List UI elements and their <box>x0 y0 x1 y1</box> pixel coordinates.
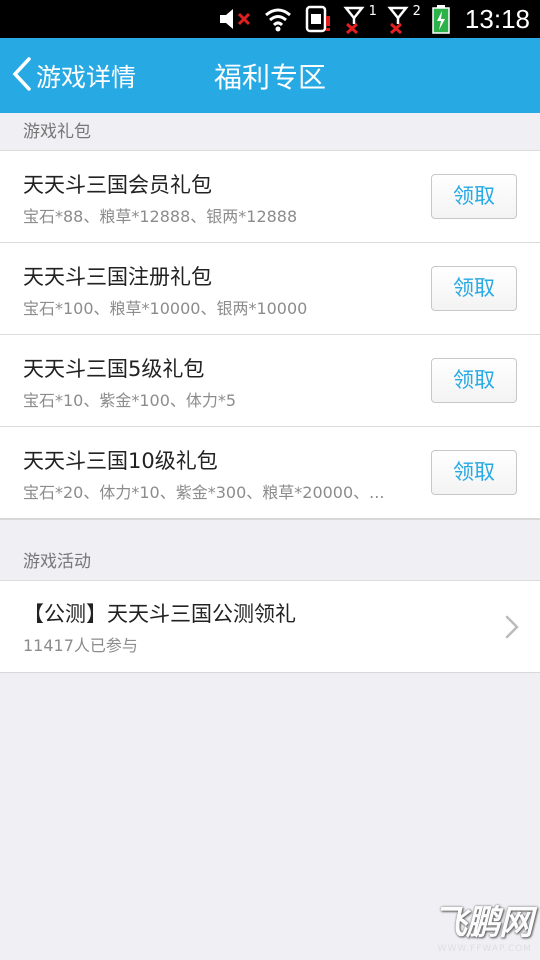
watermark-logo: 飞鹏网 WWW.FFWAP.COM <box>433 895 533 954</box>
claim-button[interactable]: 领取 <box>431 450 517 495</box>
section-gap <box>0 519 540 543</box>
signal-sim2-no-service-icon: 2 <box>387 4 421 34</box>
gift-description: 宝石*100、粮草*10000、银两*10000 <box>23 299 308 318</box>
gift-list: 天天斗三国会员礼包 宝石*88、粮草*12888、银两*12888 领取 天天斗… <box>0 151 540 519</box>
sim2-label: 2 <box>412 4 421 19</box>
gift-row: 天天斗三国5级礼包 宝石*10、紫金*100、体力*5 领取 <box>0 335 540 427</box>
gift-row: 天天斗三国会员礼包 宝石*88、粮草*12888、银两*12888 领取 <box>0 151 540 243</box>
activity-row[interactable]: 【公测】天天斗三国公测领礼 11417人已参与 <box>0 581 540 673</box>
watermark-url: WWW.FFWAP.COM <box>437 944 532 954</box>
section-header-gifts: 游戏礼包 <box>0 113 540 151</box>
gift-description: 宝石*20、体力*10、紫金*300、粮草*20000、... <box>23 483 385 502</box>
gift-name: 天天斗三国5级礼包 <box>23 357 205 381</box>
section-header-activities: 游戏活动 <box>0 543 540 581</box>
activity-title: 【公测】天天斗三国公测领礼 <box>23 602 296 626</box>
back-button[interactable]: 游戏详情 <box>10 38 136 113</box>
claim-button[interactable]: 领取 <box>431 358 517 403</box>
chevron-left-icon <box>10 56 34 96</box>
battery-charging-icon <box>431 4 451 34</box>
wifi-icon <box>263 4 293 34</box>
gift-name: 天天斗三国注册礼包 <box>23 265 212 289</box>
clock: 13:18 <box>464 3 530 34</box>
gift-name: 天天斗三国10级礼包 <box>23 449 218 473</box>
sim-card-icon <box>303 4 333 34</box>
chevron-right-icon <box>504 614 520 644</box>
gift-description: 宝石*88、粮草*12888、银两*12888 <box>23 207 298 226</box>
claim-button[interactable]: 领取 <box>431 266 517 311</box>
volume-muted-icon <box>217 4 253 34</box>
back-button-label: 游戏详情 <box>36 62 137 92</box>
status-bar: 1 2 13:18 <box>0 0 540 38</box>
claim-button[interactable]: 领取 <box>431 174 517 219</box>
gift-description: 宝石*10、紫金*100、体力*5 <box>23 391 237 410</box>
gift-row: 天天斗三国注册礼包 宝石*100、粮草*10000、银两*10000 领取 <box>0 243 540 335</box>
sim1-label: 1 <box>368 4 377 19</box>
gift-row: 天天斗三国10级礼包 宝石*20、体力*10、紫金*300、粮草*20000、.… <box>0 427 540 519</box>
title-bar: 游戏详情 福利专区 <box>0 38 540 113</box>
watermark-text: 飞鹏网 <box>433 903 533 943</box>
gift-name: 天天斗三国会员礼包 <box>23 173 212 197</box>
activity-participants: 11417人已参与 <box>23 636 138 655</box>
signal-sim1-no-service-icon: 1 <box>343 4 377 34</box>
